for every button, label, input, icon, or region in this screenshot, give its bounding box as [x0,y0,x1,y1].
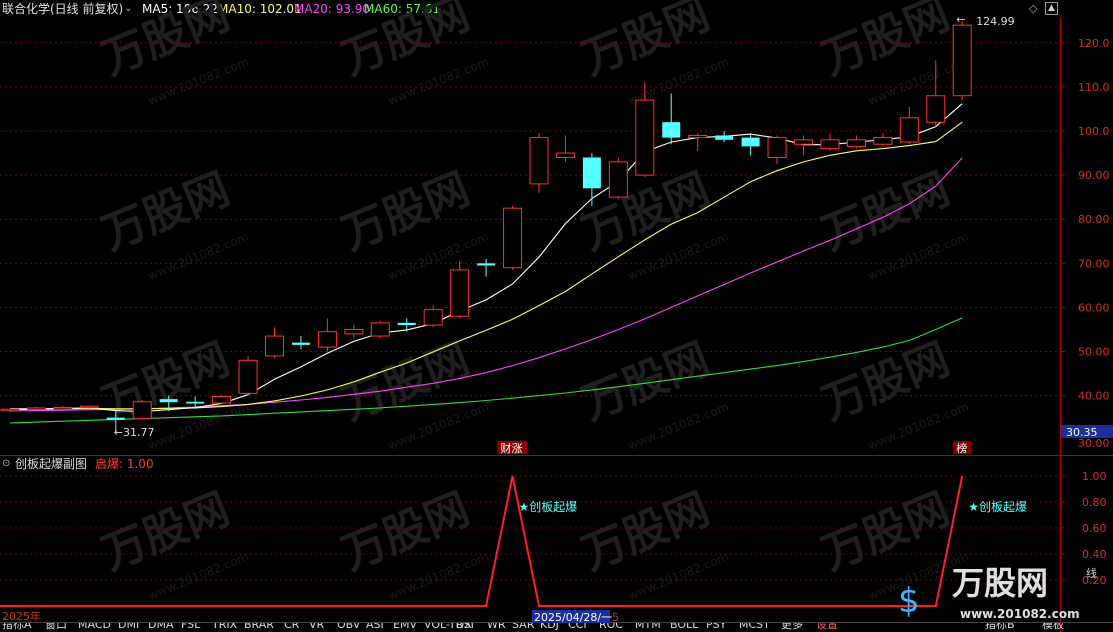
y-tick-label: 90.00 [1078,169,1110,182]
candle-body[interactable] [529,137,549,185]
candle-body[interactable] [715,135,734,140]
sub-y-tick-label: 1.00 [1082,470,1107,483]
candle-body[interactable] [555,152,575,158]
candle-body[interactable] [503,207,523,269]
sub-y-tick-label: 0.40 [1082,548,1107,561]
brand-url: www.201082.com [960,607,1080,621]
event-tag-label[interactable]: 财涨 [501,441,523,455]
candle-body[interactable] [238,359,258,394]
candle-body[interactable] [370,322,390,337]
candle-body[interactable] [291,342,310,345]
candle-body[interactable] [635,99,655,176]
tab-17[interactable]: KDJ [540,623,559,630]
tab-5[interactable]: FSL [181,623,200,630]
candle-body[interactable] [212,395,232,404]
tab-21[interactable]: BOLL [670,623,698,630]
y-tick-label: 50.00 [1078,346,1110,359]
candlestick-chart[interactable]: 万股网www.201082.com 万股网www.201082.com 万股网www… [0,0,1113,632]
candle-body[interactable] [106,417,125,420]
tab-4[interactable]: DMA [148,623,174,630]
tab-1[interactable]: 窗口 [45,623,67,630]
candle-body[interactable] [873,137,893,145]
candle-body[interactable] [132,401,152,420]
right-tab-0[interactable]: 指标B [985,623,1015,630]
current-price-label: 30.35 [1066,426,1098,439]
tab-10[interactable]: OBV [337,623,360,630]
candle-body[interactable] [846,139,866,147]
candle-body[interactable] [397,322,416,326]
y-tick-label: 80.00 [1078,213,1110,226]
year-label: 2025年 [2,609,41,623]
candle-body[interactable] [926,95,946,123]
tab-7[interactable]: BRAR [244,623,274,630]
candle-body[interactable] [899,117,919,143]
candle-body[interactable] [53,407,73,410]
y-tick-label: 40.00 [1078,390,1110,403]
high-arrow-icon: ← [956,13,965,26]
tab-9[interactable]: VR [309,623,324,630]
tab-16[interactable]: SAR [512,623,534,630]
tab-18[interactable]: CCI [568,623,587,630]
sub-y-tick-label: 0.80 [1082,496,1107,509]
tab-23[interactable]: MCST [739,623,770,630]
dollar-logo-icon: $ [898,581,920,621]
tab-25[interactable]: 设置 [816,623,838,630]
candle-body[interactable] [159,399,178,403]
tab-2[interactable]: MACD [78,623,111,630]
tab-14[interactable]: RSI [456,623,474,630]
candle-body[interactable] [741,137,760,147]
candle-body[interactable] [186,401,205,404]
candle-body[interactable] [450,269,470,317]
low-price-label: ←31.77 [114,426,155,439]
sub-chart-title[interactable]: 创板起爆副图 [15,456,87,472]
candle-body[interactable] [26,407,46,410]
candle-body[interactable] [317,331,337,348]
candle-body[interactable] [0,408,20,412]
y-tick-label: 110.0 [1078,81,1110,94]
stock-chart-window: 联合化学(日线 前复权) ⌄ MA5: 106.22 MA10: 102.01 … [0,0,1113,632]
candle-body[interactable] [423,309,443,326]
candle-body[interactable] [820,139,840,150]
right-tab-1[interactable]: 模板 [1042,623,1064,630]
candle-body[interactable] [662,122,681,138]
candle-body[interactable] [688,134,708,139]
candle-body[interactable] [79,405,99,409]
tab-15[interactable]: WR [487,623,506,630]
indicator-value: 启爆: 1.00 [95,457,154,471]
tab-6[interactable]: TRIX [212,623,237,630]
tab-11[interactable]: ASI [366,623,384,630]
candle-body[interactable] [608,161,628,198]
tab-19[interactable]: ROC [599,623,623,630]
tab-8[interactable]: CR [284,623,299,630]
settings-circle-icon[interactable]: ⊙ [2,456,10,472]
tab-20[interactable]: MTM [635,623,661,630]
sub-chart-header: ⊙ 创板起爆副图 启爆: 1.00 [0,456,1060,472]
candle-body[interactable] [344,328,364,335]
brand-logo: 万股网 [952,564,1048,602]
candle-body[interactable] [767,137,787,158]
candle-body[interactable] [794,139,813,145]
indicator-tab-bar: 指标A 窗口 MACD DMI DMA FSL TRIX BRAR CR VR OBV ASI EMV V… [0,623,1113,632]
signal-label: ★创板起爆 [519,500,578,514]
candle-body[interactable] [582,157,601,189]
tab-22[interactable]: PSY [706,623,726,630]
sub-y-tick-label: 0.60 [1082,522,1107,535]
right-edge-label: 线 [1086,566,1097,580]
tab-24[interactable]: 更多 [781,623,803,630]
y-tick-label: 60.00 [1078,301,1110,314]
candle-body[interactable] [265,335,284,357]
y-tick-label: 100.0 [1078,125,1110,138]
tab-0[interactable]: 指标A [2,623,32,630]
event-tag-label[interactable]: 榜 [956,441,967,455]
signal-label: ★创板起爆 [968,500,1027,514]
y-tick-label: 120.0 [1078,37,1110,50]
tab-12[interactable]: EMV [393,623,417,630]
candle-body[interactable] [952,24,972,97]
y-tick-label: 70.00 [1078,257,1110,270]
candle-body[interactable] [477,263,496,266]
high-price-label: 124.99 [976,15,1015,28]
tab-3[interactable]: DMI [118,623,139,630]
